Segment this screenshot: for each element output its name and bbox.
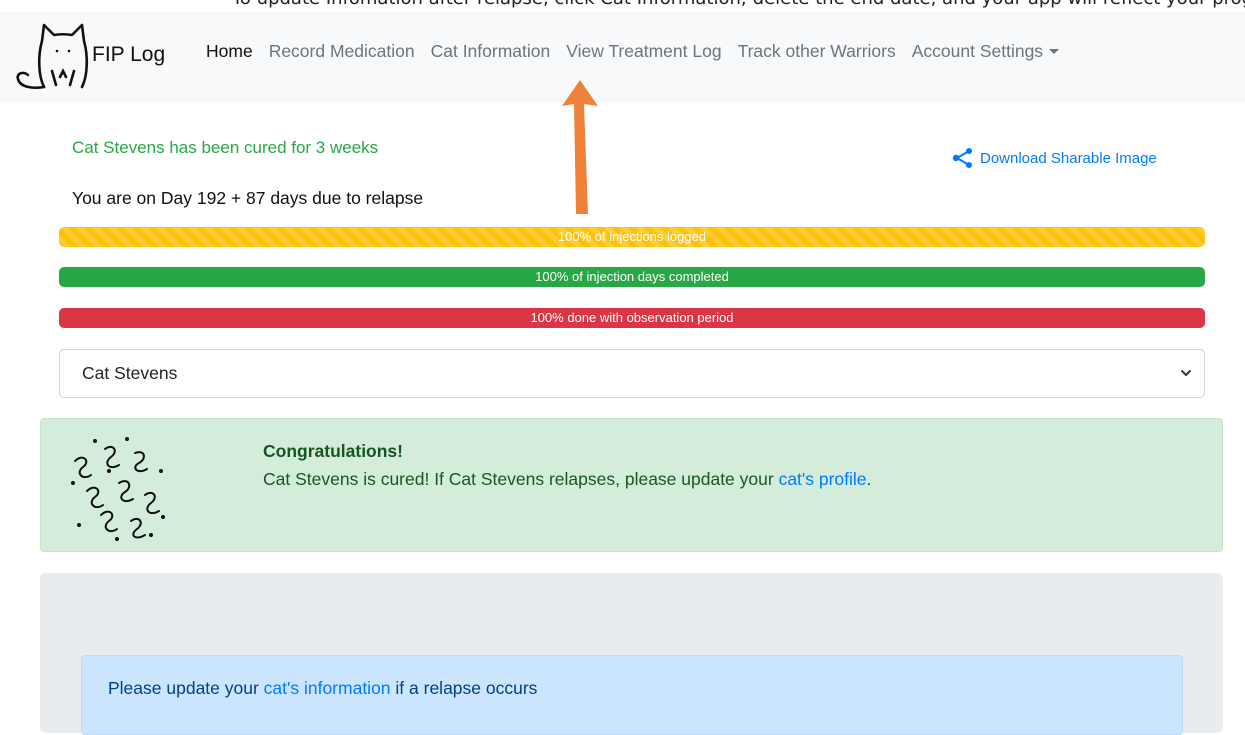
injection-days-progress: 100% of injection days completed (59, 267, 1205, 287)
brand-name: FIP Log (92, 43, 166, 66)
cat-profile-link[interactable]: cat's profile (779, 469, 867, 489)
top-caption: To update Infomation after relapse, clic… (0, 0, 1245, 12)
progress-bar-injection-days: 100% of injection days completed (59, 267, 1205, 287)
cat-information-link[interactable]: cat's information (264, 678, 391, 698)
congratulations-alert: Congratulations! Cat Stevens is cured! I… (40, 418, 1223, 552)
cat-logo-icon (16, 23, 89, 90)
share-icon (952, 148, 972, 168)
progress-bar-observation-period: 100% done with observation period (59, 308, 1205, 328)
chevron-down-icon (1049, 49, 1060, 54)
account-settings-label: Account Settings (911, 41, 1044, 61)
observation-period-progress: 100% done with observation period (59, 308, 1205, 328)
download-sharable-image-link[interactable]: Download Sharable Image (952, 148, 1157, 168)
share-label: Download Sharable Image (980, 149, 1157, 167)
nav-cat-information[interactable]: Cat Information (423, 39, 559, 63)
congratulations-title: Congratulations! (263, 441, 403, 461)
injections-logged-progress: 100% of injections logged (59, 227, 1205, 247)
cured-status: Cat Stevens has been cured for 3 weeks (72, 138, 379, 157)
confetti-icon (71, 437, 165, 541)
relapse-info-alert: Please update your cat's information if … (81, 655, 1183, 735)
top-navbar: FIP Log Home Record Medication Cat Infor… (0, 12, 1245, 103)
progress-bar-injections-logged: 100% of injections logged (59, 227, 1205, 247)
nav-home[interactable]: Home (206, 39, 261, 63)
nav-view-treatment-log[interactable]: View Treatment Log (558, 39, 729, 63)
congratulations-message: Cat Stevens is cured! If Cat Stevens rel… (263, 469, 871, 490)
cat-select-value: Cat Stevens (82, 363, 178, 383)
treatment-day-text: You are on Day 192 + 87 days due to rela… (72, 188, 424, 208)
nav-menu: Home Record Medication Cat Information V… (206, 39, 1067, 63)
nav-record-medication[interactable]: Record Medication (261, 39, 423, 63)
relapse-message: Please update your cat's information if … (108, 678, 537, 699)
brand-link[interactable]: FIP Log (14, 14, 165, 100)
nav-track-other-warriors[interactable]: Track other Warriors (730, 39, 904, 63)
annotation-arrow-icon (562, 80, 598, 214)
caption-text: To update Infomation after relapse, clic… (232, 0, 1245, 9)
nav-account-settings[interactable]: Account Settings (904, 39, 1067, 63)
chevron-down-icon (1181, 370, 1191, 376)
congratulations-text: Cat Stevens is cured! If Cat Stevens rel… (263, 469, 779, 489)
relapse-text-prefix: Please update your (108, 678, 264, 698)
relapse-text-suffix: if a relapse occurs (390, 678, 538, 698)
cat-select[interactable]: Cat Stevens (59, 349, 1205, 398)
congratulations-period: . (866, 469, 872, 489)
